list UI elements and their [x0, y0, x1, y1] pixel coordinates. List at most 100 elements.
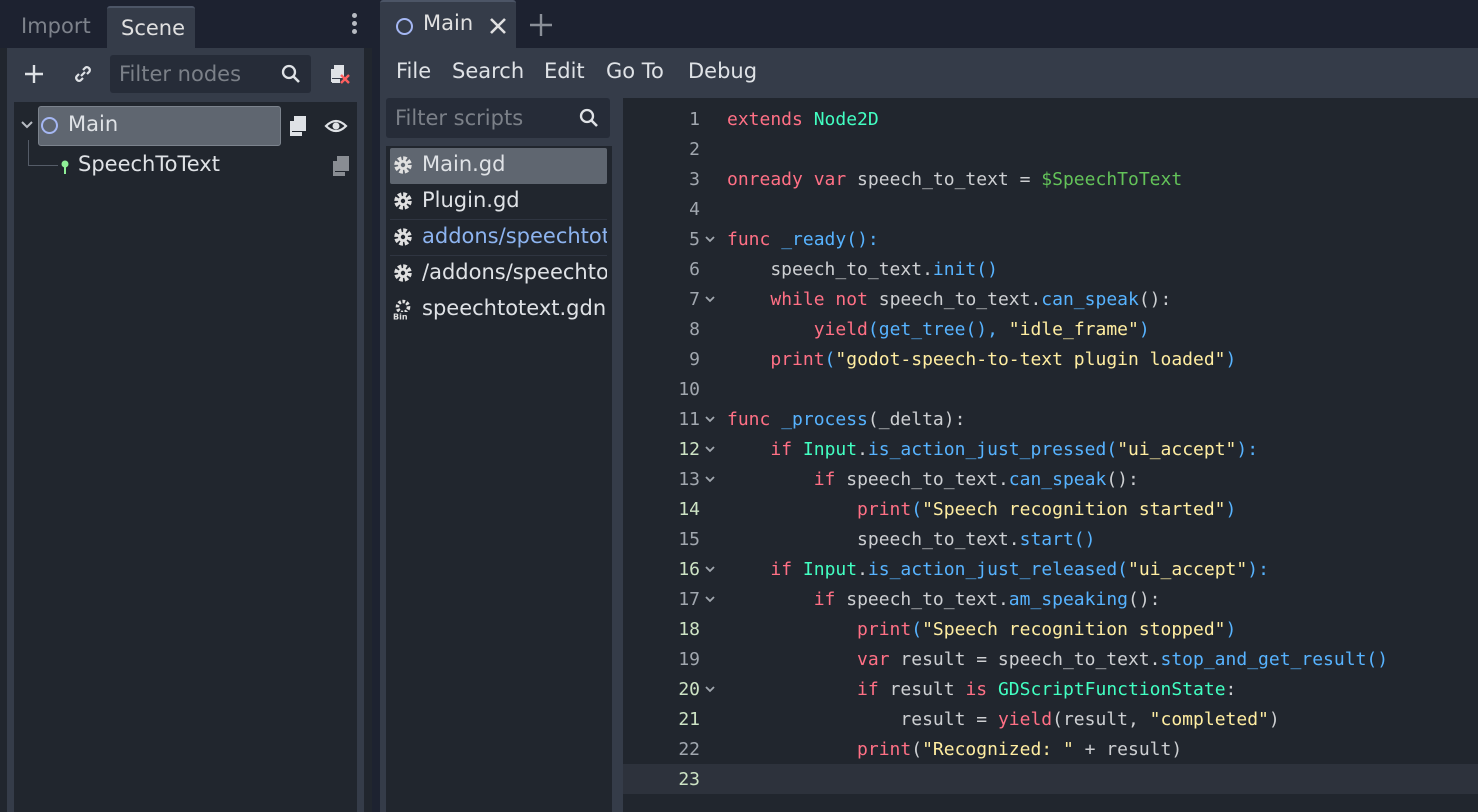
code-line: 17 if speech_to_text.am_speaking():: [623, 584, 1478, 614]
code-line: 20 if result is GDScriptFunctionState:: [623, 674, 1478, 704]
code-line: 16 if Input.is_action_just_released("ui_…: [623, 554, 1478, 584]
visibility-eye-icon[interactable]: [324, 114, 348, 138]
code-text: speech_to_text.start(): [727, 529, 1096, 550]
tree-item-speechtotext[interactable]: SpeechToText: [14, 140, 357, 186]
fold-arrow-icon[interactable]: [704, 415, 716, 423]
tab-import[interactable]: Import: [7, 6, 105, 48]
script-item-gdns[interactable]: Bin speechtotext.gdns: [390, 292, 607, 328]
code-text: if result is GDScriptFunctionState:: [857, 679, 1237, 700]
gdnative-script-icon: Bin: [393, 299, 413, 321]
line-number: 9: [689, 349, 700, 370]
line-number: 8: [689, 319, 700, 340]
script-icon[interactable]: [287, 114, 309, 138]
filter-scripts-input[interactable]: [386, 98, 566, 138]
code-text: result = yield(result, "completed"): [727, 709, 1280, 730]
line-number: 5: [689, 229, 700, 250]
code-text: while not speech_to_text.can_speak():: [770, 289, 1172, 310]
add-node-button[interactable]: [16, 58, 52, 90]
dock-menu-icon[interactable]: [344, 10, 364, 42]
scene-panel: Main SpeechToText: [7, 48, 364, 812]
code-text: var result = speech_to_text.stop_and_get…: [857, 649, 1389, 670]
code-text: extends Node2D: [727, 109, 879, 130]
code-text: print("godot-speech-to-text plugin loade…: [770, 349, 1237, 370]
instance-child-scene-button[interactable]: [65, 58, 101, 90]
line-number: 19: [678, 649, 700, 670]
tree-item-main[interactable]: Main: [14, 106, 357, 146]
line-number: 4: [689, 199, 700, 220]
gear-icon: [394, 192, 412, 210]
script-remove-icon: [331, 65, 350, 84]
dock-tab-bar: Import Scene: [0, 0, 372, 48]
code-text: if speech_to_text.can_speak():: [813, 469, 1139, 490]
scene-toolbar: [7, 48, 364, 100]
line-number: 12: [678, 439, 700, 460]
chevron-down-icon[interactable]: [20, 120, 34, 130]
script-item-label: /addons/speechtot: [422, 260, 607, 284]
line-number: 15: [678, 529, 700, 550]
tree-item-label: Main: [68, 112, 119, 136]
fold-arrow-icon[interactable]: [704, 475, 716, 483]
search-icon: [281, 64, 300, 83]
script-item-addons-2[interactable]: /addons/speechtot: [390, 256, 607, 292]
line-number: 2: [689, 139, 700, 160]
filter-scripts-field[interactable]: [386, 98, 610, 138]
filter-nodes-input[interactable]: [110, 55, 270, 93]
fold-arrow-icon[interactable]: [704, 295, 716, 303]
split-divider[interactable]: [372, 0, 380, 812]
code-line: 2: [623, 134, 1478, 164]
tree-item-label: SpeechToText: [78, 152, 220, 176]
code-editor[interactable]: 1 extends Node2D 2 3 onready var speech_…: [623, 98, 1478, 812]
code-line: 11 func _process(_delta):: [623, 404, 1478, 434]
menu-search[interactable]: Search: [452, 59, 524, 83]
script-menu-bar: File Search Edit Go To Debug: [380, 48, 1478, 98]
code-text: print("Speech recognition started"): [857, 499, 1237, 520]
fold-arrow-icon[interactable]: [704, 565, 716, 573]
scripts-list: Main.gd Plugin.gd addons/speechtote /add…: [386, 146, 612, 812]
tree-connector-line: [28, 140, 58, 166]
add-scene-tab-icon[interactable]: [528, 12, 554, 38]
script-item-label: speechtotext.gdns: [422, 296, 607, 320]
script-remove-button[interactable]: [321, 58, 357, 90]
filter-nodes-field[interactable]: [110, 55, 311, 93]
menu-file[interactable]: File: [396, 59, 431, 83]
scene-tab-main[interactable]: Main: [380, 0, 516, 48]
script-item-label: Main.gd: [422, 152, 506, 176]
close-icon[interactable]: [488, 16, 508, 36]
fold-arrow-icon[interactable]: [704, 685, 716, 693]
code-line: 9 print("godot-speech-to-text plugin loa…: [623, 344, 1478, 374]
script-icon[interactable]: [330, 154, 352, 178]
node2d-icon: [396, 18, 413, 35]
code-text: onready var speech_to_text = $SpeechToTe…: [727, 169, 1183, 190]
current-code-line: 23: [623, 764, 1478, 794]
code-text: func _process(_delta):: [727, 409, 966, 430]
svg-text:Bin: Bin: [393, 313, 408, 321]
menu-debug[interactable]: Debug: [688, 59, 757, 83]
code-line: 14 print("Speech recognition started"): [623, 494, 1478, 524]
menu-edit[interactable]: Edit: [544, 59, 585, 83]
gear-icon: [394, 228, 412, 246]
scripts-panel: Main.gd Plugin.gd addons/speechtote /add…: [386, 98, 612, 812]
fold-arrow-icon[interactable]: [704, 235, 716, 243]
code-text: print("Recognized: " + result): [857, 739, 1183, 760]
gdnative-node-icon: [61, 160, 69, 174]
code-line: 13 if speech_to_text.can_speak():: [623, 464, 1478, 494]
search-icon: [579, 108, 598, 127]
line-number: 6: [689, 259, 700, 280]
line-number: 17: [678, 589, 700, 610]
script-item-addons-1[interactable]: addons/speechtote: [390, 220, 607, 256]
menu-goto[interactable]: Go To: [606, 59, 664, 83]
fold-arrow-icon[interactable]: [704, 595, 716, 603]
line-number: 21: [678, 709, 700, 730]
tab-scene[interactable]: Scene: [107, 6, 195, 48]
code-line: 7 while not speech_to_text.can_speak():: [623, 284, 1478, 314]
code-text: if speech_to_text.am_speaking():: [813, 589, 1161, 610]
scene-tree: Main SpeechToText: [14, 102, 357, 812]
fold-arrow-icon[interactable]: [704, 445, 716, 453]
line-number: 20: [678, 679, 700, 700]
script-editor: File Search Edit Go To Debug Main.gd Plu…: [380, 48, 1478, 812]
script-item-main[interactable]: Main.gd: [390, 148, 607, 184]
line-number: 22: [678, 739, 700, 760]
script-item-plugin[interactable]: Plugin.gd: [390, 184, 607, 220]
gear-icon: [394, 264, 412, 282]
gear-icon: [394, 156, 412, 174]
